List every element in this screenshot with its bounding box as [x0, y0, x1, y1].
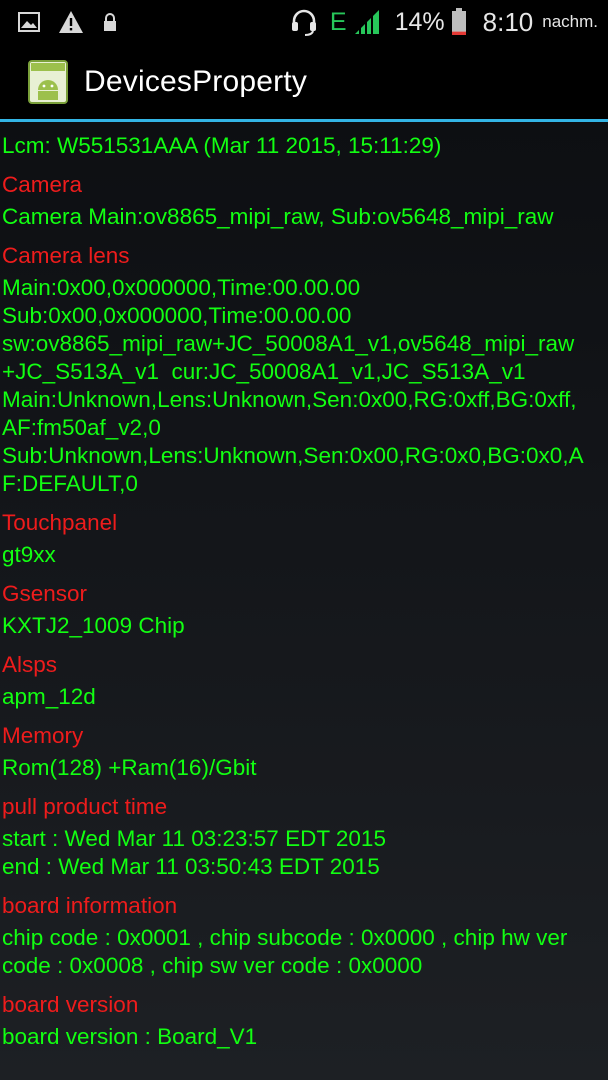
lock-icon	[102, 12, 118, 32]
signal-icon	[353, 9, 381, 35]
status-bar: E 14% 8:10 nachm.	[0, 0, 608, 44]
network-type-label: E	[329, 7, 347, 36]
camera-lens-line: AF:fm50af_v2,0	[2, 415, 161, 440]
pull-start-time: start : Wed Mar 11 03:23:57 EDT 2015	[2, 826, 386, 851]
alsps-header: Alsps	[2, 652, 58, 677]
device-screen: E 14% 8:10 nachm. DevicesProperty Lcm: W…	[0, 0, 608, 1080]
warning-icon	[58, 10, 84, 34]
gsensor-section: Gsensor KXTJ2_1009 Chip	[2, 580, 606, 640]
app-title: DevicesProperty	[84, 64, 308, 98]
camera-lens-line: sw:ov8865_mipi_raw+JC_50008A1_v1,ov5648_…	[2, 331, 575, 356]
camera-lens-line: Sub:Unknown,Lens:Unknown,Sen:0x00,RG:0x0…	[2, 443, 584, 468]
touchpanel-section: Touchpanel gt9xx	[2, 509, 606, 569]
memory-section: Memory Rom(128) +Ram(16)/Gbit	[2, 722, 606, 782]
action-bar: DevicesProperty	[0, 44, 608, 122]
headset-icon	[290, 8, 318, 36]
property-list: Lcm: W551531AAA (Mar 11 2015, 15:11:29) …	[2, 128, 606, 1051]
memory-value: Rom(128) +Ram(16)/Gbit	[2, 755, 257, 780]
camera-lens-line: F:DEFAULT,0	[2, 471, 138, 496]
clock-suffix: nachm.	[542, 12, 598, 31]
pull-product-time-section: pull product time start : Wed Mar 11 03:…	[2, 793, 606, 881]
camera-lens-line: +JC_S513A_v1 cur:JC_50008A1_v1,JC_S513A_…	[2, 359, 526, 384]
status-left-icons	[18, 10, 118, 34]
status-right-icons: E 14% 8:10 nachm.	[290, 7, 598, 38]
gsensor-value: KXTJ2_1009 Chip	[2, 613, 185, 638]
clock-time: 8:10	[482, 6, 534, 37]
alsps-value: apm_12d	[2, 684, 96, 709]
board-version-value: board version : Board_V1	[2, 1024, 258, 1049]
camera-lens-line: Main:Unknown,Lens:Unknown,Sen:0x00,RG:0x…	[2, 387, 577, 412]
image-icon	[18, 12, 40, 32]
board-version-section: board version board version : Board_V1	[2, 991, 606, 1051]
camera-lens-line: Sub:0x00,0x000000,Time:00.00.00	[2, 303, 352, 328]
camera-section: Camera Camera Main:ov8865_mipi_raw, Sub:…	[2, 171, 606, 231]
touchpanel-header: Touchpanel	[2, 510, 118, 535]
camera-lens-header: Camera lens	[2, 243, 130, 268]
camera-lens-line: Main:0x00,0x000000,Time:00.00.00	[2, 275, 361, 300]
board-version-header: board version	[2, 992, 139, 1017]
board-information-header: board information	[2, 893, 178, 918]
pull-end-time: end : Wed Mar 11 03:50:43 EDT 2015	[2, 854, 380, 879]
lcm-info: Lcm: W551531AAA (Mar 11 2015, 15:11:29)	[2, 133, 442, 158]
alsps-section: Alsps apm_12d	[2, 651, 606, 711]
gsensor-header: Gsensor	[2, 581, 88, 606]
touchpanel-value: gt9xx	[2, 542, 56, 567]
pull-product-time-header: pull product time	[2, 794, 168, 819]
board-information-line: chip code : 0x0001 , chip subcode : 0x00…	[2, 925, 568, 950]
camera-lens-section: Camera lens Main:0x00,0x000000,Time:00.0…	[2, 242, 606, 498]
battery-percent: 14%	[394, 7, 445, 36]
camera-header: Camera	[2, 172, 83, 197]
board-information-line: code : 0x0008 , chip sw ver code : 0x000…	[2, 953, 423, 978]
board-information-section: board information chip code : 0x0001 , c…	[2, 892, 606, 980]
battery-icon	[451, 8, 467, 36]
camera-line: Camera Main:ov8865_mipi_raw, Sub:ov5648_…	[2, 204, 554, 229]
android-app-icon	[28, 59, 68, 104]
memory-header: Memory	[2, 723, 84, 748]
